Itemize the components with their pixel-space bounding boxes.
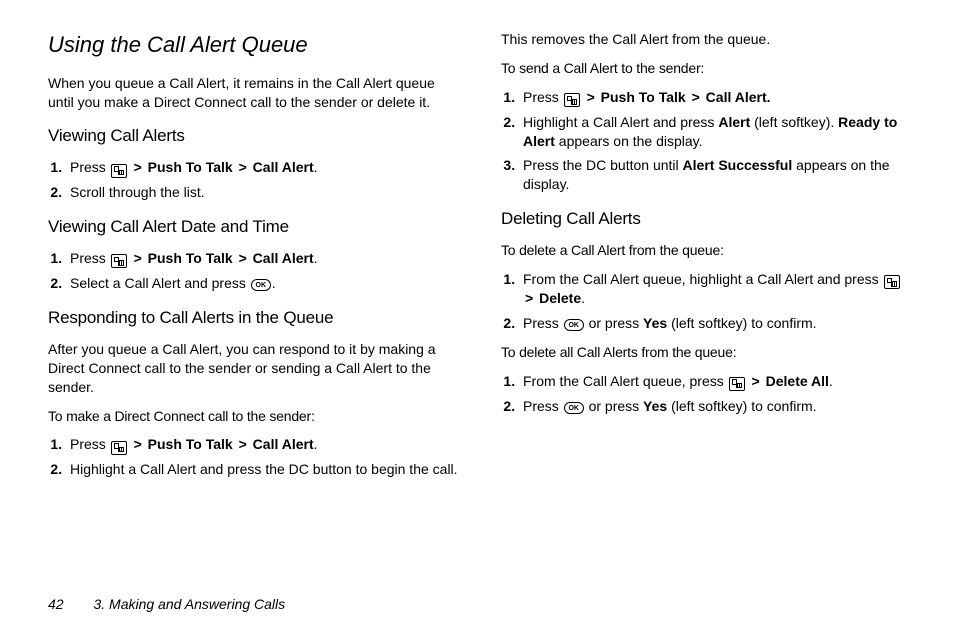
text: Press [70,250,106,266]
bold-text: Alert [718,114,750,130]
delete-all-steps: From the Call Alert queue, press > Delet… [501,372,914,416]
viewing-steps: Press > Push To Talk > Call Alert. Scrol… [48,158,461,202]
bold-text: Delete [539,290,581,306]
send-steps: Press > Push To Talk > Call Alert. Highl… [501,88,914,194]
menu-icon [564,93,580,107]
bold-text: Push To Talk [148,250,233,266]
ok-icon: OK [564,402,584,414]
list-item: Highlight a Call Alert and press Alert (… [519,113,914,151]
right-column: This removes the Call Alert from the que… [501,30,914,489]
text: Select a Call Alert and press [70,275,246,291]
list-item: Press > Push To Talk > Call Alert. [66,435,461,454]
bold-text: Call Alert [253,250,314,266]
bold-text: Call Alert. [706,89,771,105]
subheading-send: To send a Call Alert to the sender: [501,59,914,78]
subheading-delete-one: To delete a Call Alert from the queue: [501,241,914,260]
text: . [314,250,318,266]
text: Press [523,315,559,331]
gt-icon: > [239,159,247,175]
datetime-steps: Press > Push To Talk > Call Alert. Selec… [48,249,461,293]
list-item: From the Call Alert queue, highlight a C… [519,270,914,308]
bold-text: Call Alert [253,159,314,175]
content-columns: Using the Call Alert Queue When you queu… [48,30,914,489]
list-item: Press the DC button until Alert Successf… [519,156,914,194]
text: Press [70,436,106,452]
text: (left softkey). [754,114,834,130]
list-item: Press OK or press Yes (left softkey) to … [519,397,914,416]
subheading-delete-all: To delete all Call Alerts from the queue… [501,343,914,362]
bold-text: Push To Talk [601,89,686,105]
gt-icon: > [587,89,595,105]
list-item: Select a Call Alert and press OK. [66,274,461,293]
left-column: Using the Call Alert Queue When you queu… [48,30,461,489]
heading-datetime: Viewing Call Alert Date and Time [48,216,461,239]
gt-icon: > [134,436,142,452]
menu-icon [111,164,127,178]
menu-icon [884,275,900,289]
list-item: Press > Push To Talk > Call Alert. [519,88,914,107]
page-footer: 42 3. Making and Answering Calls [48,595,285,614]
menu-icon [111,441,127,455]
page-number: 42 [48,596,64,612]
text: . [829,373,833,389]
list-item: Press > Push To Talk > Call Alert. [66,249,461,268]
subheading-dc: To make a Direct Connect call to the sen… [48,407,461,426]
text: . [314,436,318,452]
text: Press [70,159,106,175]
dc-steps: Press > Push To Talk > Call Alert. Highl… [48,435,461,479]
delete-one-steps: From the Call Alert queue, highlight a C… [501,270,914,333]
remove-paragraph: This removes the Call Alert from the que… [501,30,914,49]
gt-icon: > [134,159,142,175]
text: appears on the display. [559,133,703,149]
text: (left softkey) to confirm. [671,315,816,331]
gt-icon: > [752,373,760,389]
gt-icon: > [134,250,142,266]
heading-deleting: Deleting Call Alerts [501,208,914,231]
text: or press [589,315,640,331]
page-title: Using the Call Alert Queue [48,30,461,60]
text: . [272,275,276,291]
text: (left softkey) to confirm. [671,398,816,414]
text: or press [589,398,640,414]
bold-text: Call Alert [253,436,314,452]
heading-viewing: Viewing Call Alerts [48,125,461,148]
text: Highlight a Call Alert and press [523,114,714,130]
text: Press the DC button until [523,157,679,173]
list-item: From the Call Alert queue, press > Delet… [519,372,914,391]
ok-icon: OK [564,319,584,331]
bold-text: Push To Talk [148,159,233,175]
gt-icon: > [525,290,533,306]
list-item: Highlight a Call Alert and press the DC … [66,460,461,479]
ok-icon: OK [251,279,271,291]
list-item: Scroll through the list. [66,183,461,202]
menu-icon [729,377,745,391]
gt-icon: > [239,436,247,452]
text: From the Call Alert queue, highlight a C… [523,271,879,287]
heading-responding: Responding to Call Alerts in the Queue [48,307,461,330]
gt-icon: > [239,250,247,266]
text: Press [523,398,559,414]
bold-text: Yes [643,315,667,331]
text: Press [523,89,559,105]
gt-icon: > [692,89,700,105]
menu-icon [111,254,127,268]
bold-text: Push To Talk [148,436,233,452]
bold-text: Alert Successful [683,157,793,173]
text: From the Call Alert queue, press [523,373,724,389]
list-item: Press OK or press Yes (left softkey) to … [519,314,914,333]
chapter-title: 3. Making and Answering Calls [93,596,285,612]
respond-intro: After you queue a Call Alert, you can re… [48,340,461,397]
text: . [314,159,318,175]
text: . [581,290,585,306]
bold-text: Yes [643,398,667,414]
list-item: Press > Push To Talk > Call Alert. [66,158,461,177]
bold-text: Delete All [766,373,829,389]
intro-paragraph: When you queue a Call Alert, it remains … [48,74,461,112]
